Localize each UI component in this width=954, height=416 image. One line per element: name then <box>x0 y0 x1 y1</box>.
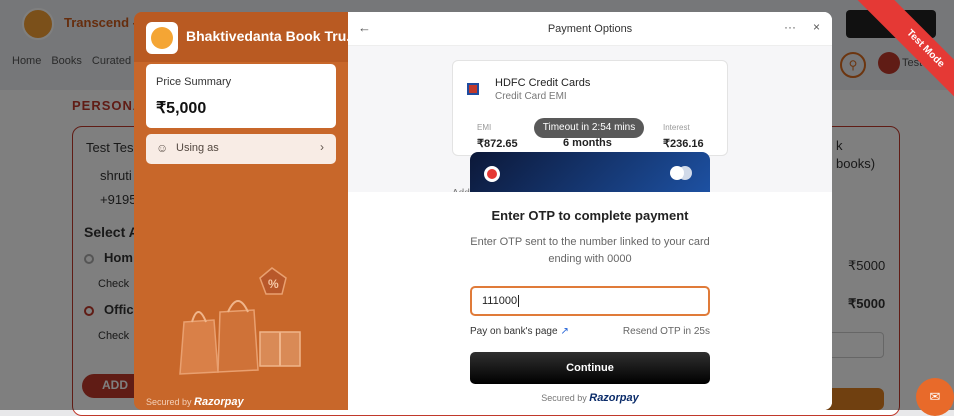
emi-label: EMI <box>477 123 492 132</box>
payment-options-header: ← Payment Options ··· × <box>348 12 832 46</box>
price-summary-label: Price Summary <box>156 76 232 88</box>
otp-bottom-sheet: Enter OTP to complete payment Enter OTP … <box>348 192 832 410</box>
merchant-header: Bhaktivedanta Book Tru... <box>134 12 358 62</box>
test-mode-ribbon: Test Mode <box>834 0 954 120</box>
emi-tenure: 6 months <box>563 137 612 149</box>
continue-button[interactable]: Continue <box>470 352 710 384</box>
close-icon[interactable]: × <box>813 20 820 34</box>
interest-value: ₹236.16 <box>663 138 704 150</box>
merchant-logo <box>146 22 178 54</box>
otp-value: 111000 <box>482 295 518 307</box>
secured-by-razorpay: Secured by Razorpay <box>348 392 832 404</box>
hdfc-bank-logo <box>467 83 479 95</box>
otp-input[interactable]: 111000 <box>470 286 710 316</box>
interest-label: Interest <box>663 123 690 132</box>
resend-otp-timer: Resend OTP in 25s <box>622 326 710 337</box>
otp-description: Enter OTP sent to the number linked to y… <box>470 236 710 265</box>
using-as-row[interactable]: ☺ Using as › <box>146 134 336 164</box>
razorpay-brand: Razorpay <box>194 396 244 408</box>
using-as-label: Using as <box>176 142 219 154</box>
payment-options-title: Payment Options <box>547 23 633 35</box>
emi-bank-name: HDFC Credit Cards <box>495 77 591 89</box>
otp-title: Enter OTP to complete payment <box>491 208 689 223</box>
checkout-left-panel: Bhaktivedanta Book Tru... Price Summary … <box>134 12 358 410</box>
text-caret <box>518 295 520 308</box>
chat-icon[interactable]: ✉ <box>916 378 954 416</box>
emi-value: ₹872.65 <box>477 138 518 150</box>
timeout-toast: Timeout in 2:54 mins <box>534 118 644 138</box>
secured-prefix: Secured by <box>146 397 192 407</box>
more-options-icon[interactable]: ··· <box>784 20 796 34</box>
svg-text:%: % <box>268 277 279 291</box>
price-summary-card: Price Summary ₹5,000 <box>146 64 336 128</box>
emi-bank-sub: Credit Card EMI <box>495 91 567 102</box>
secured-bottom-prefix: Secured by <box>541 393 587 403</box>
secured-by-footer: Secured by Razorpay <box>146 396 244 408</box>
razorpay-logo-text: Razorpay <box>589 392 639 404</box>
shopping-illustration-icon: % <box>179 267 301 375</box>
chevron-right-icon: › <box>320 140 324 154</box>
razorpay-checkout: Bhaktivedanta Book Tru... Price Summary … <box>134 12 832 410</box>
merchant-name: Bhaktivedanta Book Tru... <box>186 28 358 44</box>
test-mode-label: Test Mode <box>855 0 954 119</box>
bank-card-logo <box>484 166 500 182</box>
mastercard-icon <box>670 166 692 180</box>
pay-on-bank-page-link[interactable]: Pay on bank's page ↗ <box>470 326 569 337</box>
external-link-icon: ↗ <box>560 326 569 337</box>
emi-option-card[interactable]: HDFC Credit Cards Credit Card EMI EMI ₹8… <box>452 60 728 156</box>
bank-page-label: Pay on bank's page <box>470 326 558 337</box>
price-amount: ₹5,000 <box>156 100 207 117</box>
user-icon: ☺ <box>156 141 169 155</box>
